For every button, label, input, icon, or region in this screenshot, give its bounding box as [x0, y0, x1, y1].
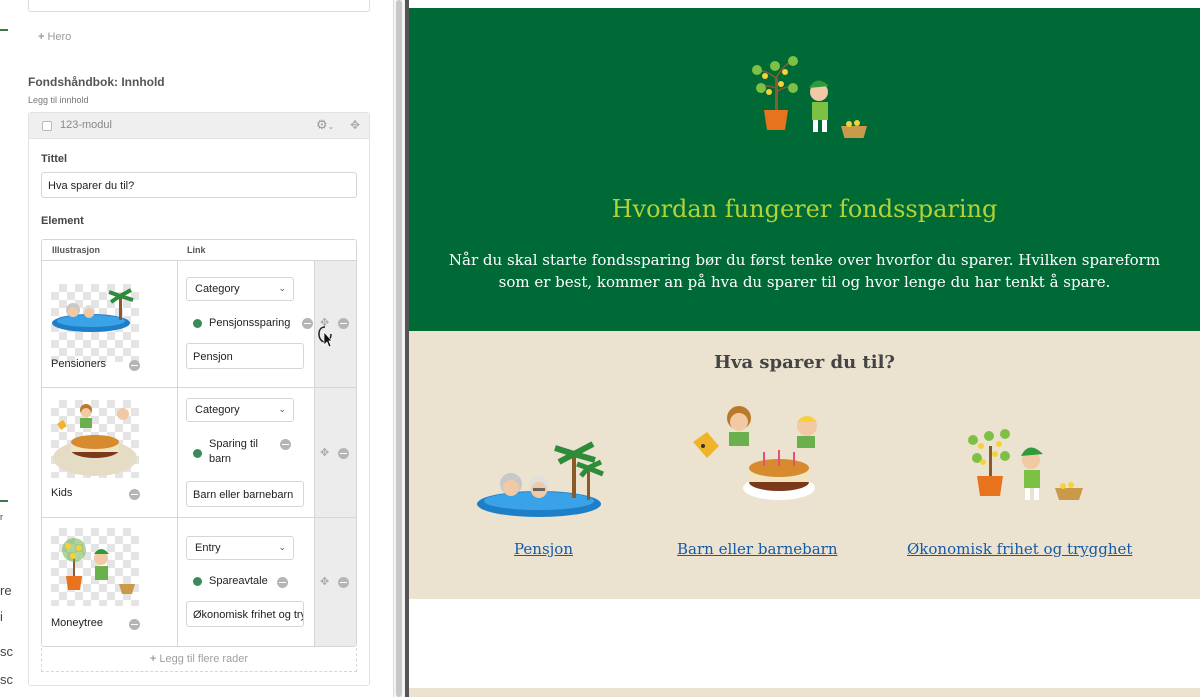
section-heading: Hva sparer du til?	[714, 352, 895, 373]
preview-panel: Hvordan fungerer fondssparing Når du ska…	[409, 0, 1200, 697]
hero-moneytree-illustration	[752, 56, 867, 138]
next-section-edge	[409, 688, 1200, 697]
kids-illustration	[693, 406, 817, 500]
background-window-edge: r re i sc sc	[0, 0, 13, 697]
link-text-input[interactable]: Økonomisk frihet og trygghet	[186, 601, 304, 627]
edge-line	[0, 29, 8, 31]
chevron-down-icon: ⌄	[278, 542, 286, 552]
type-select[interactable]: Category ⌄	[186, 277, 294, 301]
title-label: Tittel	[41, 153, 68, 165]
title-input[interactable]: Hva sparer du til?	[41, 172, 357, 198]
minus-icon[interactable]	[129, 619, 140, 630]
edge-text: r	[0, 512, 3, 522]
type-select[interactable]: Category ⌄	[186, 398, 294, 422]
module-name: 123-modul	[60, 119, 112, 131]
link-barn-eller-barnebarn[interactable]: Barn eller barnebarn	[677, 540, 837, 558]
column-illustrasjon: Illustrasjon	[52, 245, 101, 255]
type-select-value: Category	[195, 404, 240, 416]
thumbnail-pensioners[interactable]	[51, 284, 139, 362]
column-divider	[177, 261, 178, 646]
add-hero-button[interactable]: + Hero	[38, 31, 71, 43]
hero-section: Hvordan fungerer fondssparing Når du ska…	[409, 8, 1200, 331]
drag-handle-icon[interactable]: ✥	[320, 575, 329, 588]
plus-icon: +	[149, 653, 160, 665]
minus-icon[interactable]	[338, 577, 349, 588]
type-select[interactable]: Entry ⌄	[186, 536, 294, 560]
pensioners-illustration	[477, 441, 604, 517]
table-header: Illustrasjon Link	[42, 240, 356, 261]
type-select-value: Category	[195, 283, 240, 295]
add-hero-label: Hero	[47, 31, 72, 43]
minus-icon[interactable]	[280, 439, 291, 450]
module-header: 123-modul ⚙⌄ ✥	[29, 113, 369, 139]
row-name: Kids	[51, 487, 73, 499]
editor-panel: + Hero Fondshåndbok: Innhold Legg til inn…	[0, 0, 393, 697]
minus-icon[interactable]	[338, 448, 349, 459]
drag-handle-icon[interactable]: ✥	[320, 446, 329, 459]
row-name: Moneytree	[51, 617, 103, 629]
status-dot-icon	[193, 577, 202, 586]
status-dot-icon	[193, 319, 202, 328]
minus-icon[interactable]	[302, 318, 313, 329]
moneytree-illustration	[968, 429, 1083, 500]
section-subtitle: Legg til innhold	[28, 95, 89, 105]
hero-body: Når du skal starte fondssparing bør du f…	[448, 251, 1161, 291]
module-checkbox[interactable]	[42, 121, 52, 131]
row-divider	[42, 387, 356, 388]
link-okonomisk-frihet[interactable]: Økonomisk frihet og trygghet	[907, 540, 1132, 558]
element-label: Element	[41, 215, 84, 227]
link-text-input[interactable]: Barn eller barnebarn	[186, 481, 304, 507]
top-field[interactable]	[28, 0, 370, 12]
link-entry-label: Pensjonssparing	[209, 317, 291, 329]
link-entry-label: Sparing til barn	[209, 438, 258, 465]
edge-text: sc	[0, 672, 13, 687]
edge-text: i	[0, 609, 3, 624]
cursor-icon	[318, 326, 332, 348]
thumbnail-kids[interactable]	[51, 400, 139, 478]
drag-handle-icon[interactable]: ✥	[350, 118, 360, 132]
section-title: Fondshåndbok: Innhold	[28, 75, 165, 89]
type-select-value: Entry	[195, 542, 221, 554]
status-dot-icon	[193, 449, 202, 458]
row-name: Pensioners	[51, 358, 107, 370]
plus-icon: +	[38, 31, 45, 43]
link-entry-label: Spareavtale	[209, 575, 268, 587]
add-rows-button[interactable]: + Legg til flere rader	[41, 648, 357, 672]
add-rows-label: Legg til flere rader	[159, 653, 249, 665]
link-text-input[interactable]: Pensjon	[186, 343, 304, 369]
thumbnail-moneytree[interactable]	[51, 528, 139, 606]
edge-text: re	[0, 583, 12, 598]
link-pensjon[interactable]: Pensjon	[514, 540, 573, 558]
minus-icon[interactable]	[129, 360, 140, 371]
minus-icon[interactable]	[338, 318, 349, 329]
minus-icon[interactable]	[277, 577, 288, 588]
hero-title: Hvordan fungerer fondssparing	[611, 195, 998, 223]
column-link: Link	[187, 245, 206, 255]
gear-icon[interactable]: ⚙⌄	[316, 117, 334, 133]
minus-icon[interactable]	[129, 489, 140, 500]
chevron-down-icon: ⌄	[278, 404, 286, 414]
row-divider	[42, 517, 356, 518]
edge-line	[0, 500, 8, 502]
editor-scrollbar-thumb[interactable]	[396, 0, 402, 697]
edge-text: sc	[0, 644, 13, 659]
chevron-down-icon: ⌄	[278, 283, 286, 293]
